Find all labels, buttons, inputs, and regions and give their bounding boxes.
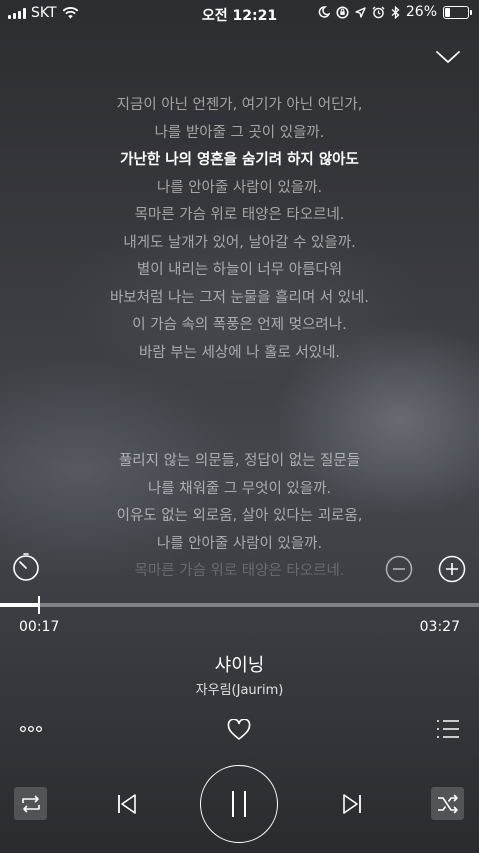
rotation-lock-icon xyxy=(336,5,349,19)
lyric-line[interactable]: 나를 받아줄 그 곳이 있을까. xyxy=(0,120,479,148)
decrease-font-button[interactable] xyxy=(384,554,414,584)
lyric-line-current[interactable]: 가난한 나의 영혼을 숨기려 하지 않아도 xyxy=(0,147,479,175)
lyric-line[interactable]: 바람 부는 세상에 나 홀로 서있네. xyxy=(0,340,479,368)
battery-level-fill xyxy=(445,7,450,17)
more-dots-icon xyxy=(19,725,43,733)
track-artist[interactable]: 자우림(Jaurim) xyxy=(0,679,479,698)
lyric-line[interactable]: 목마른 가슴 위로 태양은 타오르네. xyxy=(0,202,479,230)
track-title: 샤이닝 xyxy=(214,655,265,676)
minus-circle-icon xyxy=(385,555,413,583)
lyric-line[interactable]: 내게도 날개가 있어, 날아갈 수 있을까. xyxy=(0,230,479,258)
shuffle-icon xyxy=(437,793,458,814)
skip-previous-icon xyxy=(118,794,136,814)
progress-fill xyxy=(0,603,40,607)
lyrics-panel[interactable]: 지금이 아닌 언젠가, 여기가 아닌 어딘가, 나를 받아줄 그 곳이 있을까. 가… xyxy=(0,92,479,367)
previous-button[interactable] xyxy=(113,790,141,818)
total-time: 03:27 xyxy=(419,619,460,635)
lyric-line[interactable]: 이유도 없는 외로움, 살아 있다는 괴로움, xyxy=(0,503,479,531)
status-bar: SKT 오전 12:21 26% xyxy=(0,0,479,26)
lyric-line[interactable]: 바보처럼 나는 그저 눈물을 흘리며 서 있네. xyxy=(0,285,479,313)
elapsed-time: 00:17 xyxy=(19,619,60,635)
play-pause-button[interactable] xyxy=(200,765,278,843)
battery-icon xyxy=(443,5,472,19)
lyric-line[interactable]: 지금이 아닌 언젠가, 여기가 아닌 어딘가, xyxy=(0,92,479,120)
pause-icon xyxy=(232,791,246,817)
next-button[interactable] xyxy=(338,790,366,818)
skip-next-icon xyxy=(343,794,361,814)
lyric-line[interactable]: 나를 안아줄 사람이 있을까. xyxy=(0,175,479,203)
bluetooth-icon xyxy=(391,5,400,19)
lyric-line[interactable]: 이 가슴 속의 폭풍은 언제 멎으려나. xyxy=(0,312,479,340)
sleep-timer-button[interactable] xyxy=(10,551,42,583)
chevron-down-icon xyxy=(436,51,460,63)
list-icon xyxy=(437,720,459,738)
repeat-icon xyxy=(21,794,40,813)
playlist-button[interactable] xyxy=(434,716,462,742)
repeat-button[interactable] xyxy=(14,787,47,820)
status-right-group: 26% xyxy=(318,4,472,20)
increase-font-button[interactable] xyxy=(437,554,467,584)
progress-bar[interactable] xyxy=(0,596,479,614)
lyric-line[interactable]: 풀리지 않는 의문들, 정답이 없는 질문들 xyxy=(0,448,479,476)
timer-icon xyxy=(13,553,39,581)
shuffle-button[interactable] xyxy=(431,787,464,820)
moon-icon xyxy=(318,6,330,18)
more-options-button[interactable] xyxy=(16,716,46,742)
alarm-icon xyxy=(372,6,385,18)
like-button[interactable] xyxy=(225,717,253,743)
lyric-line[interactable]: 나를 채워줄 그 무엇이 있을까. xyxy=(0,476,479,504)
heart-icon xyxy=(227,719,251,740)
progress-handle[interactable] xyxy=(38,596,41,614)
location-icon xyxy=(355,6,366,18)
lyric-line[interactable]: 별이 내리는 하늘이 너무 아름다워 xyxy=(0,257,479,285)
battery-percent: 26% xyxy=(405,4,437,20)
collapse-button[interactable] xyxy=(433,45,463,69)
plus-circle-icon xyxy=(438,555,466,583)
